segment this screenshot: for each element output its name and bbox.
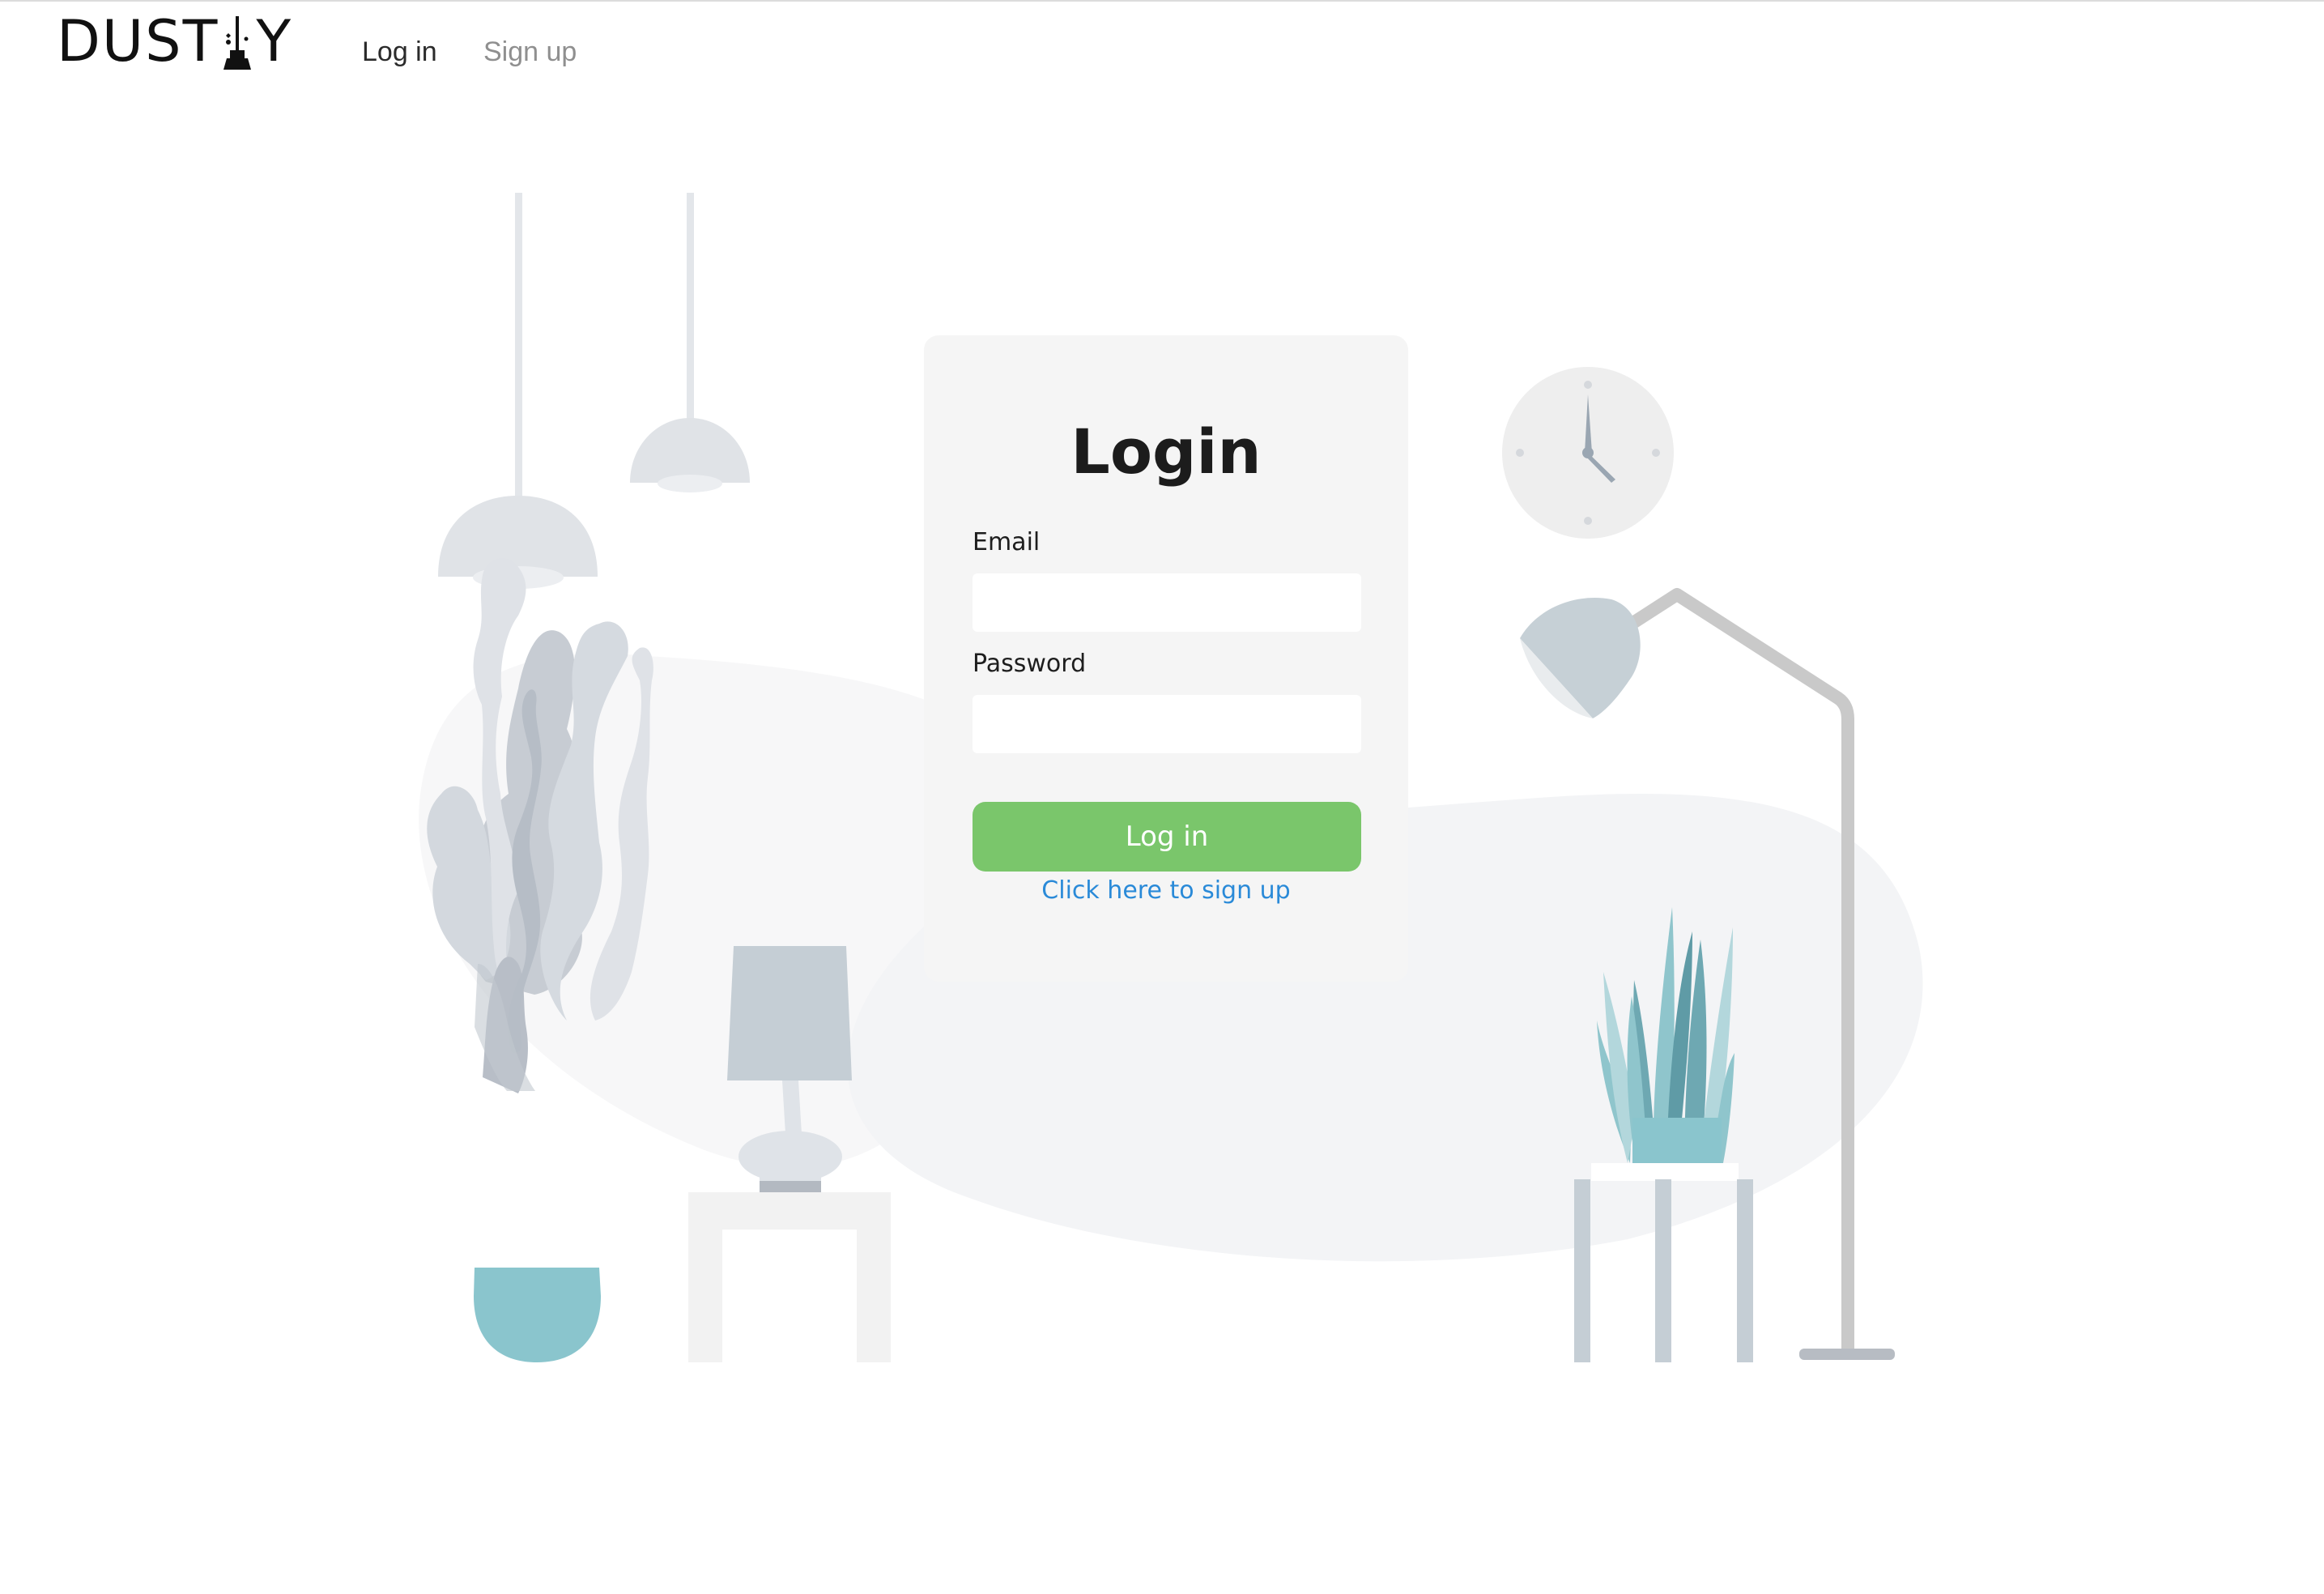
wall-clock	[1502, 367, 1674, 539]
logo-text-left: DUST	[57, 8, 219, 75]
login-heading: Login	[1070, 416, 1262, 488]
top-navigation: DUST Y Log in Sign up	[0, 0, 2324, 105]
password-field[interactable]	[973, 695, 1361, 753]
broom-icon	[223, 16, 252, 70]
password-label: Password	[973, 650, 1087, 678]
login-submit-button[interactable]: Log in	[973, 802, 1361, 872]
hanging-lamp-left	[438, 193, 598, 589]
nav-signup-link[interactable]: Sign up	[483, 29, 577, 75]
logo-text-right: Y	[256, 8, 293, 75]
nav-login-link[interactable]: Log in	[362, 29, 437, 75]
signup-link[interactable]: Click here to sign up	[924, 873, 1408, 909]
email-label: Email	[973, 528, 1041, 556]
hanging-lamp-right	[630, 193, 750, 492]
email-field[interactable]	[973, 573, 1361, 632]
brand-logo[interactable]: DUST Y	[57, 11, 292, 71]
login-form-card: Login Email Password Log in Click here t…	[924, 335, 1408, 982]
